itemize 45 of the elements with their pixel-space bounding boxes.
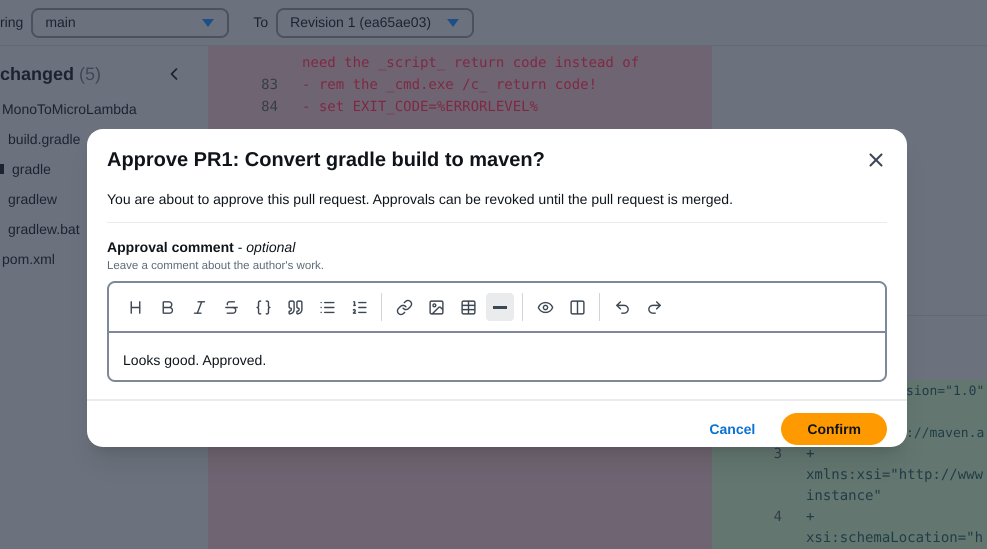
- code-line: xsi:schemaLocation="h: [806, 530, 984, 546]
- cancel-button[interactable]: Cancel: [709, 418, 756, 440]
- columns-icon: [568, 298, 586, 316]
- file-tree-item[interactable]: gradlew: [8, 188, 58, 210]
- code-line: ://maven.a: [906, 426, 984, 441]
- caret-icon: [201, 18, 216, 28]
- table-icon: [460, 298, 476, 316]
- code-line: +: [806, 446, 814, 462]
- source-select[interactable]: main: [31, 8, 230, 38]
- link-icon: [396, 298, 412, 316]
- line-number: 84: [261, 98, 278, 114]
- file-tree-item[interactable]: build.gradle: [8, 128, 80, 150]
- confirm-button[interactable]: Confirm: [781, 413, 887, 446]
- redo-icon: [646, 298, 662, 316]
- image-icon: [428, 298, 444, 316]
- file-tree-item[interactable]: pom.xml: [2, 248, 55, 270]
- undo-icon: [614, 298, 630, 316]
- file-tree-item[interactable]: gradlew.bat: [8, 218, 80, 240]
- compare-label: To: [253, 13, 268, 32]
- dialog-description: You are about to approve this pull request. Approvals can be revoked until the pull request is merged.: [107, 190, 734, 209]
- file-tree-item[interactable]: MonoToMicroLambda: [2, 98, 137, 120]
- quote-icon: [286, 298, 304, 316]
- compare-label: ring: [0, 13, 24, 32]
- line-number: 4: [774, 509, 782, 525]
- braces-icon: [254, 298, 272, 316]
- code-line: xmlns:xsi="http://www: [806, 467, 984, 483]
- field-label: Approval comment - optional: [107, 238, 297, 257]
- strikethrough-icon: [222, 298, 240, 316]
- code-line: +: [806, 509, 814, 525]
- caret-icon: [446, 18, 460, 28]
- horizontal-rule-button[interactable]: [486, 293, 514, 322]
- code-line: sion="1.0": [906, 384, 984, 399]
- file-tree-item[interactable]: gradle: [12, 158, 51, 180]
- code-line: - rem the _cmd.exe /c_ return code!: [302, 76, 598, 92]
- destination-select[interactable]: Revision 1 (ea65ae03): [276, 8, 474, 38]
- code-line: - set EXIT_CODE=%ERRORLEVEL%: [302, 98, 538, 114]
- line-number: 83: [261, 76, 278, 92]
- numbered-list-icon: [350, 298, 368, 316]
- field-hint: Leave a comment about the author's work.: [107, 259, 325, 274]
- comment-text: Looks good. Approved.: [123, 352, 266, 368]
- code-line: instance": [806, 488, 882, 504]
- comment-editor[interactable]: Looks good. Approved.: [107, 281, 887, 382]
- code-line: need the _script_ return code instead of: [302, 54, 640, 70]
- panel-title: changed: [0, 64, 74, 84]
- dialog-title: Approve PR1: Convert gradle build to maven?: [107, 148, 545, 173]
